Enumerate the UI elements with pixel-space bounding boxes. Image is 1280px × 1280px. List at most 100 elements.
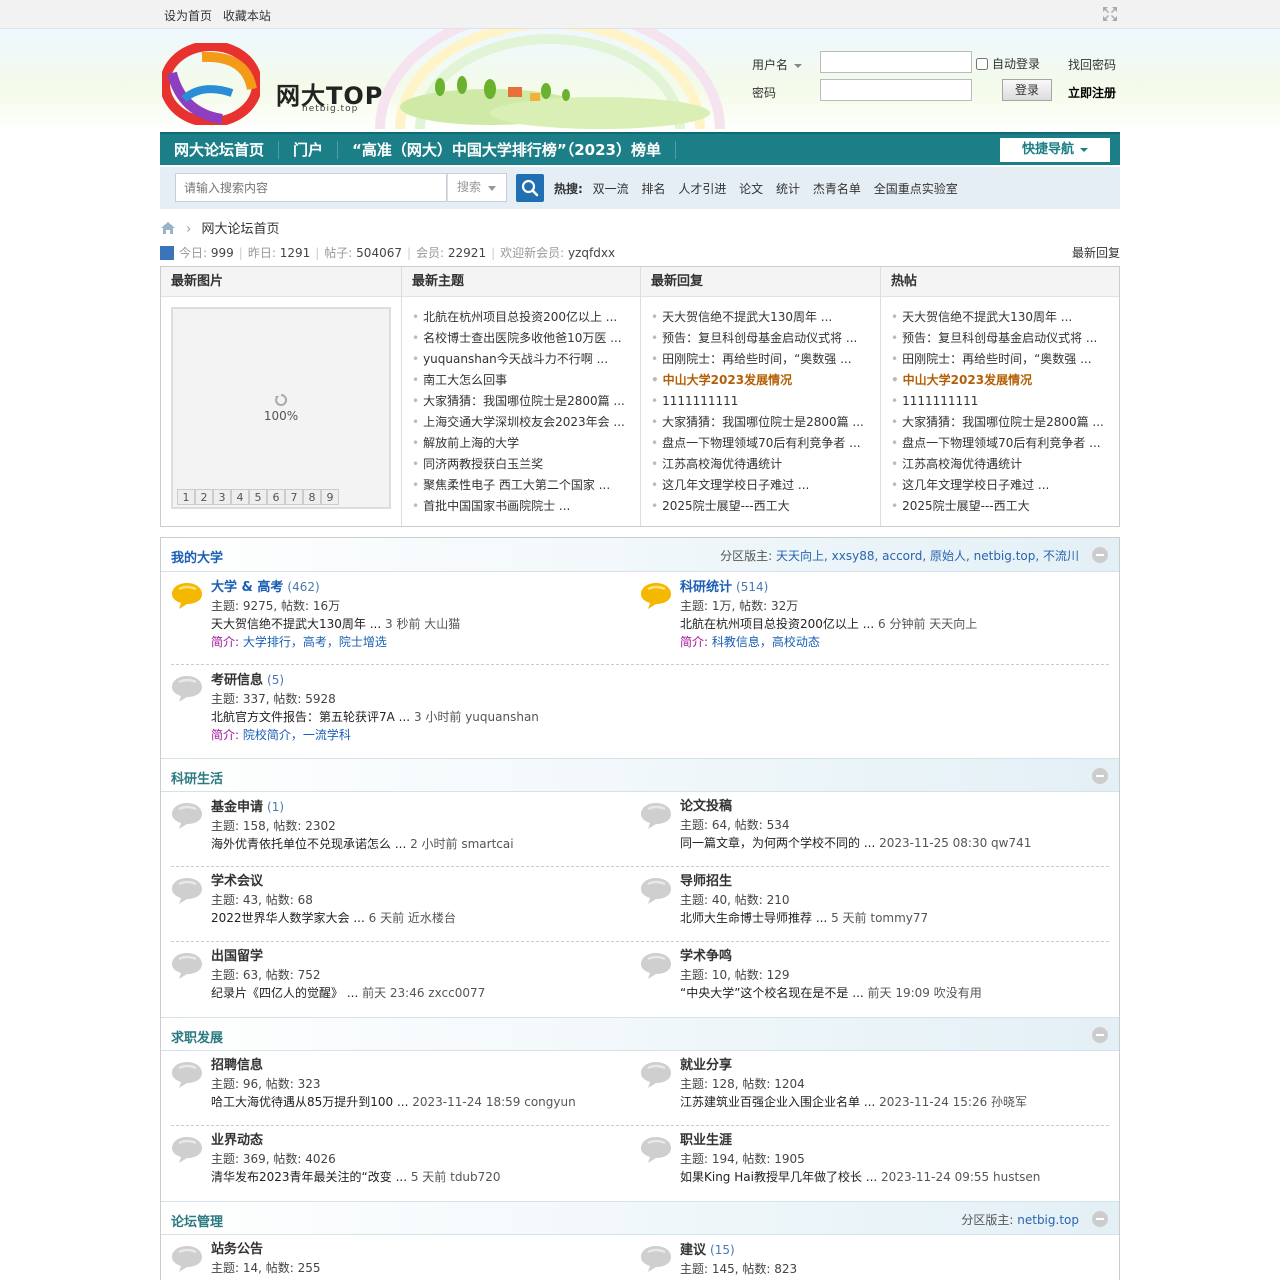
forum-name[interactable]: 基金申请 [211,800,263,815]
forum-icon[interactable] [640,875,672,905]
list-item[interactable]: 2025院士展望---西工大 [651,496,880,517]
group-title[interactable]: 科研生活 [171,768,223,787]
quick-nav-button[interactable]: 快捷导航 [1000,138,1110,162]
list-item[interactable]: 上海交通大学深圳校友会2023年会 ... [412,412,640,433]
forum-icon[interactable] [171,800,203,830]
checkbox-icon[interactable] [976,58,988,70]
forum-icon[interactable] [640,1243,672,1273]
auto-login-checkbox[interactable]: 自动登录 [976,55,1040,72]
list-item[interactable]: 南工大怎么回事 [412,370,640,391]
forum-intro[interactable]: 大学排行，高考，院士增选 [243,635,387,649]
last-post-link[interactable]: 如果King Hai教授早几年做了校长 ... [680,1170,877,1184]
new-member-link[interactable]: yzqfdxx [568,246,615,260]
forum-icon[interactable] [640,950,672,980]
hot-search-item[interactable]: 人才引进 [678,182,726,196]
username-input[interactable] [820,51,972,73]
register-link[interactable]: 立即注册 [1068,84,1116,101]
last-post-link[interactable]: 哈工大海优待遇从85万提升到100 ... [211,1095,408,1109]
list-item[interactable]: 这几年文理学校日子难过 ... [891,475,1119,496]
forum-name[interactable]: 招聘信息 [211,1057,631,1075]
list-item[interactable]: 天大贺信绝不提武大130周年 ... [891,307,1119,328]
list-item[interactable]: 名校博士查出医院多收他爸10万医 ... [412,328,640,349]
image-slideshow[interactable]: 100% 1 2 3 4 5 6 7 8 9 [171,307,391,509]
last-post-link[interactable]: 天大贺信绝不提武大130周年 ... [211,617,381,631]
set-home-link[interactable]: 设为首页 [164,9,212,23]
hot-search-item[interactable]: 双一流 [593,182,629,196]
forum-name[interactable]: 考研信息 [211,673,263,688]
username-label[interactable]: 用户名 [752,56,803,73]
collapse-icon[interactable] [1092,768,1108,784]
list-item[interactable]: 盘点一下物理领域70后有利竞争者 ... [891,433,1119,454]
hot-search-item[interactable]: 全国重点实验室 [874,182,958,196]
last-post-link[interactable]: 海外优青依托单位不兑现承诺怎么 ... [211,837,406,851]
site-logo[interactable] [162,43,260,125]
forum-icon[interactable] [171,950,203,980]
forum-name[interactable]: 出国留学 [211,948,631,966]
login-button[interactable]: 登录 [1002,79,1052,101]
last-post-link[interactable]: 北航官方文件报告：第五轮获评7A ... [211,710,410,724]
forum-name[interactable]: 就业分享 [680,1057,1100,1075]
fullscreen-icon[interactable] [1102,6,1118,22]
forum-name[interactable]: 职业生涯 [680,1132,1100,1150]
password-input[interactable] [820,79,972,101]
list-item[interactable]: 预告：复旦科创母基金启动仪式将 ... [891,328,1119,349]
slide-page[interactable]: 7 [285,489,303,505]
moderator-links[interactable]: 天天向上, xxsy88, accord, 原始人, netbig.top, 不… [776,549,1079,563]
list-item[interactable]: yuquanshan今天战斗力不行啊 ... [412,349,640,370]
forum-intro[interactable]: 院校简介，一流学科 [243,728,351,742]
list-item[interactable]: 聚焦柔性电子 西工大第二个国家 ... [412,475,640,496]
list-item[interactable]: 同济两教授获白玉兰奖 [412,454,640,475]
list-item[interactable]: 田刚院士：再给些时间，“奥数强 ... [891,349,1119,370]
list-item[interactable]: 大家猜猜：我国哪位院士是2800篇 ... [891,412,1119,433]
last-post-link[interactable]: 2022世界华人数学家大会 ... [211,911,365,925]
slide-page[interactable]: 5 [249,489,267,505]
slide-page[interactable]: 8 [303,489,321,505]
list-item[interactable]: 江苏高校海优待遇统计 [651,454,880,475]
slide-page[interactable]: 6 [267,489,285,505]
list-item[interactable]: 江苏高校海优待遇统计 [891,454,1119,475]
list-item[interactable]: 天大贺信绝不提武大130周年 ... [651,307,880,328]
collapse-icon[interactable] [1092,1027,1108,1043]
list-item[interactable]: 盘点一下物理领域70后有利竞争者 ... [651,433,880,454]
list-item[interactable]: 大家猜猜：我国哪位院士是2800篇 ... [651,412,880,433]
last-post-link[interactable]: 纪录片《四亿人的觉醒》 ... [211,986,358,1000]
forum-icon[interactable] [640,1059,672,1089]
hot-search-item[interactable]: 统计 [776,182,800,196]
latest-replies-link[interactable]: 最新回复 [1072,244,1120,261]
forum-name[interactable]: 科研统计 [680,580,732,595]
forum-icon[interactable] [640,1134,672,1164]
group-title[interactable]: 我的大学 [171,547,223,566]
forum-intro[interactable]: 科教信息，高校动态 [712,635,820,649]
list-item[interactable]: 解放前上海的大学 [412,433,640,454]
group-title[interactable]: 求职发展 [171,1027,223,1046]
hot-search-item[interactable]: 论文 [739,182,763,196]
slide-page[interactable]: 4 [231,489,249,505]
collapse-icon[interactable] [1092,547,1108,563]
bookmark-link[interactable]: 收藏本站 [223,9,271,23]
list-item[interactable]: 这几年文理学校日子难过 ... [651,475,880,496]
list-item[interactable]: 中山大学2023发展情况 [651,370,880,391]
forum-new-posts-icon[interactable] [640,580,672,610]
forum-name[interactable]: 站务公告 [211,1241,631,1259]
list-item[interactable]: 1111111111 [651,391,880,412]
list-item[interactable]: 1111111111 [891,391,1119,412]
last-post-link[interactable]: 江苏建筑业百强企业入围企业名单 ... [680,1095,875,1109]
forum-name[interactable]: 大学 & 高考 [211,580,283,595]
nav-item-portal[interactable]: 门户 [279,140,339,159]
slide-page[interactable]: 1 [177,489,195,505]
last-post-link[interactable]: 清华发布2023青年最关注的“改变 ... [211,1170,407,1184]
list-item[interactable]: 中山大学2023发展情况 [891,370,1119,391]
hot-search-item[interactable]: 排名 [641,182,665,196]
home-icon[interactable] [160,221,176,235]
forum-icon[interactable] [171,1134,203,1164]
forum-icon[interactable] [171,1243,203,1273]
last-post-link[interactable]: 北师大生命博士导师推荐 ... [680,911,827,925]
search-button[interactable] [516,174,544,202]
forum-new-posts-icon[interactable] [171,580,203,610]
list-item[interactable]: 大家猜猜：我国哪位院士是2800篇 ... [412,391,640,412]
search-input[interactable] [176,174,442,201]
list-item[interactable]: 田刚院士：再给些时间，“奥数强 ... [651,349,880,370]
forum-name[interactable]: 学术争鸣 [680,948,1100,966]
slide-page[interactable]: 3 [213,489,231,505]
forum-icon[interactable] [171,1059,203,1089]
